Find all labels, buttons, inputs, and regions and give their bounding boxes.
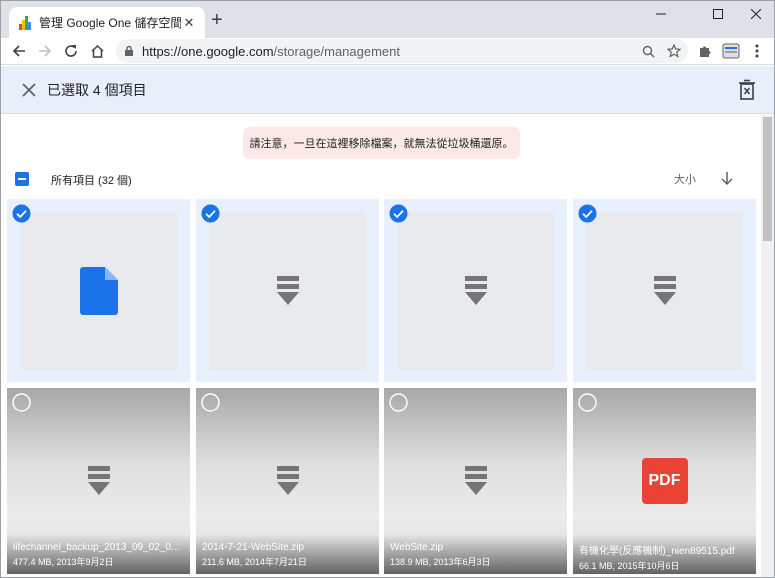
address-bar[interactable]: https://one.google.com/storage/managemen… bbox=[116, 39, 688, 63]
file-card[interactable]: PDF 有機化學(反應機制)_nien89515.pdf 66.1 MB, 20… bbox=[573, 388, 756, 574]
selected-checkmark-icon[interactable] bbox=[201, 204, 220, 223]
archive-file-icon bbox=[653, 276, 676, 305]
google-docs-file-icon bbox=[79, 267, 118, 315]
file-card[interactable] bbox=[573, 199, 756, 382]
extensions-button[interactable] bbox=[693, 39, 717, 63]
selection-bar: 已選取 4 個項目 bbox=[1, 66, 774, 114]
reload-button[interactable] bbox=[59, 39, 83, 63]
selected-checkmark-icon[interactable] bbox=[389, 204, 408, 223]
new-tab-button[interactable]: + bbox=[211, 10, 223, 30]
file-thumbnail bbox=[397, 212, 554, 370]
delete-icon[interactable] bbox=[737, 79, 757, 101]
selection-count-title: 已選取 4 個項目 bbox=[47, 82, 147, 98]
file-thumbnail bbox=[209, 212, 366, 370]
file-size-date: 211.6 MB, 2014年7月21日 bbox=[202, 557, 307, 567]
file-thumbnail bbox=[20, 212, 177, 370]
url-text: https://one.google.com/storage/managemen… bbox=[142, 43, 400, 59]
bookmark-star-icon[interactable] bbox=[664, 41, 684, 61]
reload-icon bbox=[65, 45, 77, 57]
unselected-checkbox-circle-icon[interactable] bbox=[578, 393, 597, 412]
window-close-button[interactable] bbox=[734, 1, 774, 26]
file-card[interactable] bbox=[196, 199, 379, 382]
tab-close-icon[interactable]: ✕ bbox=[181, 15, 197, 31]
archive-file-icon bbox=[276, 466, 299, 495]
tab-title: 管理 Google One 儲存空間 bbox=[39, 16, 181, 30]
file-name: WebSite.zip bbox=[390, 542, 444, 553]
unselected-checkbox-circle-icon[interactable] bbox=[389, 393, 408, 412]
file-card[interactable]: 2014-7-21-WebSite.zip 211.6 MB, 2014年7月2… bbox=[196, 388, 379, 574]
file-card[interactable]: lifechannel_backup_2013_09_02_0... 477.4… bbox=[7, 388, 190, 574]
unselected-checkbox-circle-icon[interactable] bbox=[12, 393, 31, 412]
file-meta: 2014-7-21-WebSite.zip 211.6 MB, 2014年7月2… bbox=[196, 534, 379, 574]
puzzle-icon bbox=[700, 46, 711, 57]
home-icon bbox=[90, 44, 104, 58]
storage-content: 請注意，一旦在這裡移除檔案，就無法從垃圾桶還原。 所有項目 (32 個) 大小 bbox=[1, 115, 761, 577]
home-button[interactable] bbox=[85, 39, 109, 63]
archive-file-icon bbox=[464, 466, 487, 495]
arrow-left-icon bbox=[12, 45, 25, 57]
clear-selection-close-icon[interactable] bbox=[19, 80, 39, 100]
page-scrollbar[interactable] bbox=[761, 115, 774, 577]
tab-strip: 管理 Google One 儲存空間 ✕ + bbox=[1, 1, 774, 38]
file-card[interactable] bbox=[384, 199, 567, 382]
selected-checkmark-icon[interactable] bbox=[12, 204, 31, 223]
archive-file-icon bbox=[276, 276, 299, 305]
avatar-icon bbox=[722, 43, 740, 59]
browser-tab[interactable]: 管理 Google One 儲存空間 ✕ bbox=[9, 7, 205, 38]
selected-checkmark-icon[interactable] bbox=[578, 204, 597, 223]
file-thumbnail bbox=[586, 212, 743, 370]
google-one-favicon-icon bbox=[19, 15, 31, 30]
archive-file-icon bbox=[87, 466, 110, 495]
pdf-file-icon: PDF bbox=[641, 458, 688, 504]
arrow-right-icon bbox=[39, 45, 52, 57]
file-meta: 有機化學(反應機制)_nien89515.pdf 66.1 MB, 2015年1… bbox=[573, 534, 756, 574]
forward-button[interactable] bbox=[33, 39, 57, 63]
file-name: 有機化學(反應機制)_nien89515.pdf bbox=[579, 546, 735, 557]
browser-window: 管理 Google One 儲存空間 ✕ + https://one.googl… bbox=[0, 0, 775, 578]
zoom-search-icon[interactable] bbox=[638, 41, 658, 61]
warning-banner: 請注意，一旦在這裡移除檔案，就無法從垃圾桶還原。 bbox=[243, 127, 520, 159]
browser-menu-button[interactable] bbox=[745, 39, 769, 63]
file-size-date: 477.4 MB, 2013年9月2日 bbox=[13, 557, 114, 567]
profile-avatar[interactable] bbox=[719, 39, 743, 63]
file-size-date: 138.9 MB, 2013年6月3日 bbox=[390, 557, 491, 567]
archive-file-icon bbox=[464, 276, 487, 305]
lock-icon bbox=[125, 45, 133, 56]
more-vert-icon bbox=[755, 44, 759, 58]
browser-toolbar: https://one.google.com/storage/managemen… bbox=[1, 38, 774, 65]
sort-by-size-button[interactable]: 大小 bbox=[674, 171, 696, 187]
file-name: 2014-7-21-WebSite.zip bbox=[202, 542, 305, 553]
file-meta: WebSite.zip 138.9 MB, 2013年6月3日 bbox=[384, 534, 567, 574]
sort-direction-arrow-down-icon[interactable] bbox=[719, 170, 735, 186]
all-items-label: 所有項目 (32 個) bbox=[51, 175, 132, 187]
file-size-date: 66.1 MB, 2015年10月6日 bbox=[579, 561, 680, 571]
file-meta: lifechannel_backup_2013_09_02_0... 477.4… bbox=[7, 534, 190, 574]
scrollbar-thumb[interactable] bbox=[763, 117, 772, 241]
minimize-button[interactable] bbox=[639, 1, 683, 26]
file-name: lifechannel_backup_2013_09_02_0... bbox=[13, 542, 180, 553]
file-card[interactable]: WebSite.zip 138.9 MB, 2013年6月3日 bbox=[384, 388, 567, 574]
unselected-checkbox-circle-icon[interactable] bbox=[201, 393, 220, 412]
select-all-checkbox[interactable] bbox=[15, 172, 29, 186]
back-button[interactable] bbox=[7, 39, 31, 63]
file-card[interactable] bbox=[7, 199, 190, 382]
